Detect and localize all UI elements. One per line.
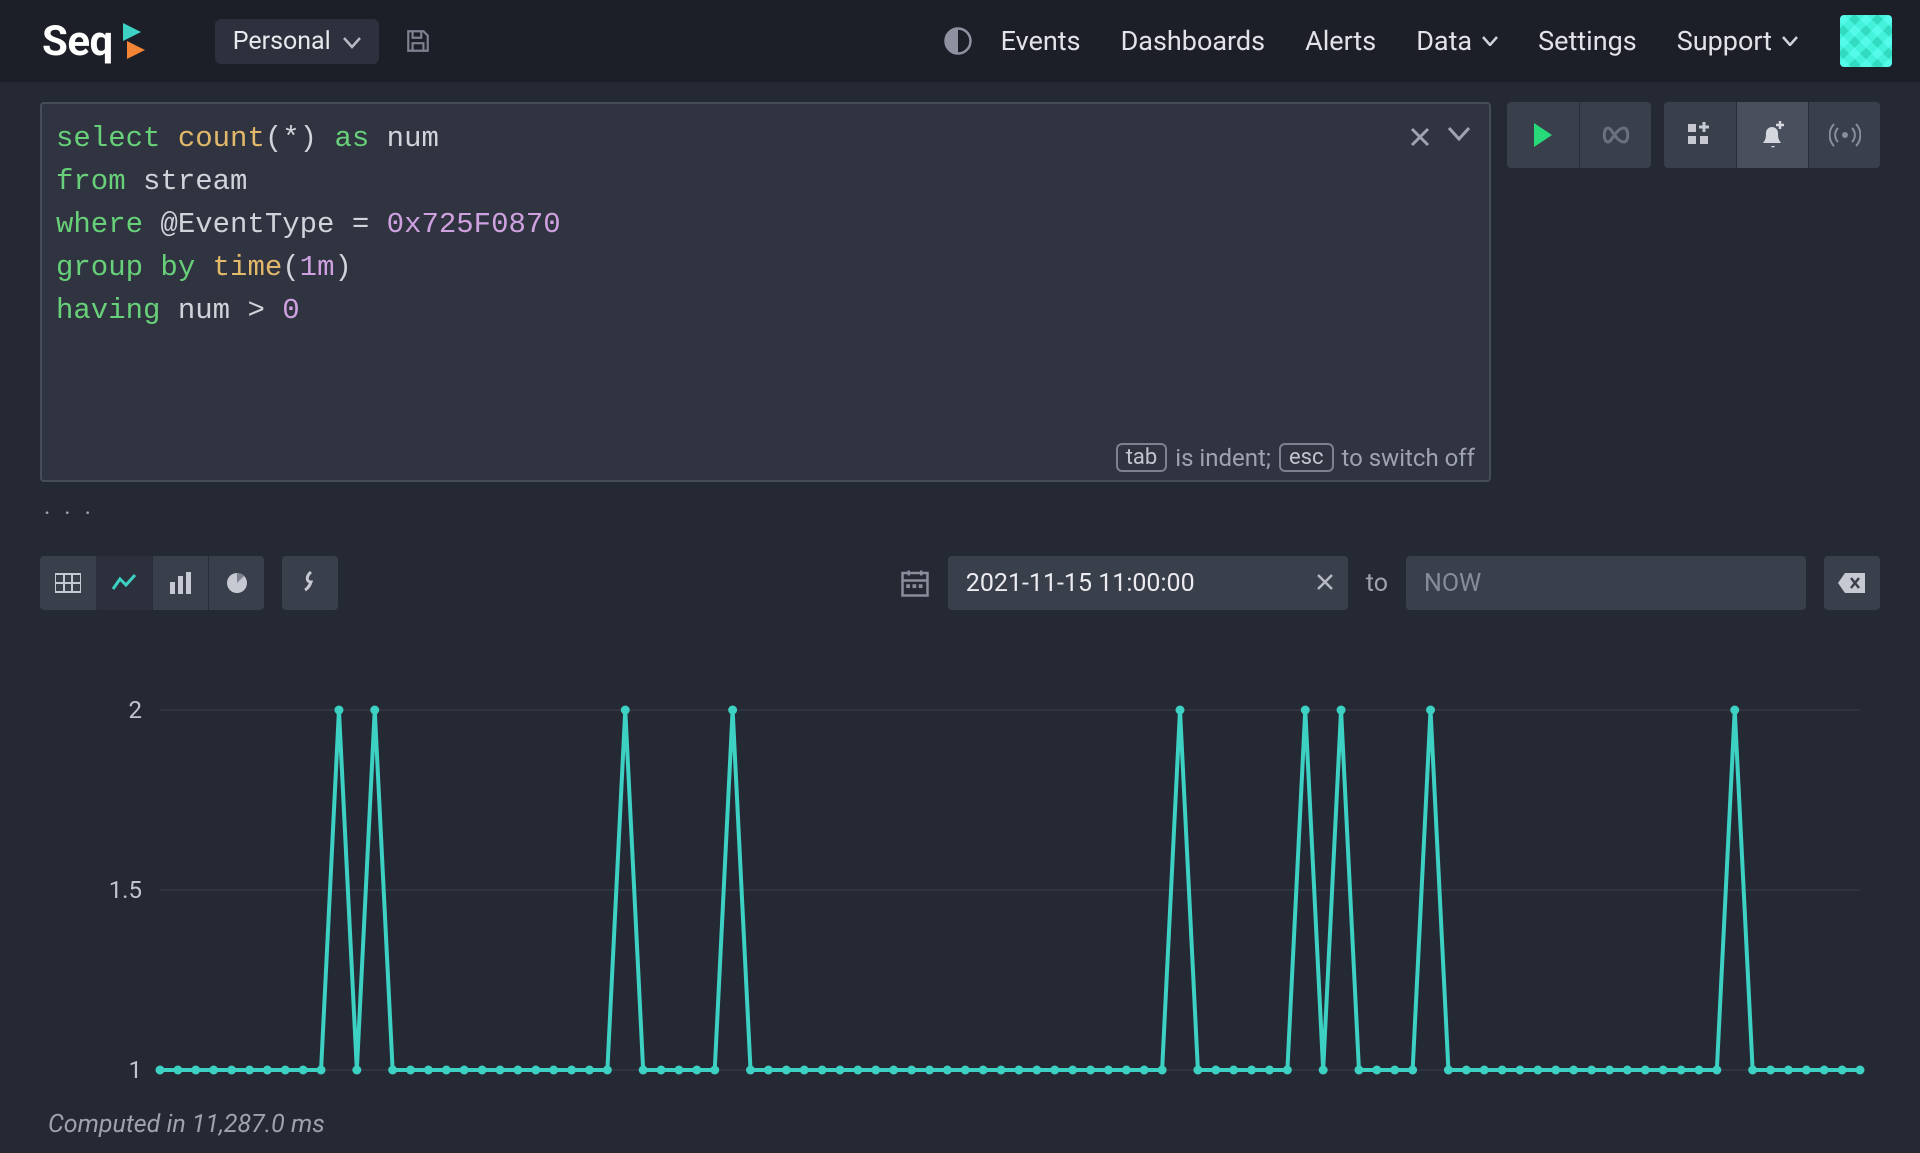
- query-action-bar: [1507, 102, 1880, 168]
- date-to-input[interactable]: NOW: [1406, 556, 1806, 610]
- nav-data[interactable]: Data: [1416, 25, 1498, 57]
- auto-refresh-button[interactable]: [1579, 102, 1651, 168]
- create-signal-button[interactable]: [1808, 102, 1880, 168]
- user-avatar[interactable]: [1840, 15, 1892, 67]
- signal-icon: [1829, 122, 1861, 148]
- editor-hint: tab is indent; esc to switch off: [1116, 443, 1475, 472]
- app-logo: Seq: [42, 17, 145, 66]
- workspace-label: Personal: [233, 27, 331, 56]
- svg-text:1: 1: [129, 1056, 143, 1084]
- clear-from-icon[interactable]: [1316, 569, 1334, 598]
- theme-toggle[interactable]: [943, 26, 973, 56]
- line-chart-icon: [111, 573, 139, 593]
- query-code[interactable]: select count(*) as num from stream where…: [56, 118, 1475, 443]
- infinity-icon: [1600, 125, 1632, 145]
- svg-text:2: 2: [129, 696, 143, 724]
- pie-chart-icon: [225, 571, 249, 595]
- calendar-icon: [900, 568, 930, 598]
- save-button[interactable]: [397, 20, 439, 62]
- result-chart[interactable]: 11.52: [40, 640, 1880, 1100]
- date-from-input[interactable]: 2021-11-15 11:00:00: [948, 556, 1348, 610]
- esc-keycap: esc: [1279, 443, 1334, 472]
- moon-icon: [943, 26, 973, 56]
- logo-mark-icon: [123, 23, 145, 59]
- date-from-value: 2021-11-15 11:00:00: [966, 569, 1195, 598]
- chart-type-group: [40, 556, 264, 610]
- nav-events[interactable]: Events: [1001, 25, 1081, 57]
- bar-chart-button[interactable]: [152, 556, 208, 610]
- bar-chart-icon: [168, 572, 194, 594]
- play-icon: [1531, 121, 1555, 149]
- calendar-button[interactable]: [900, 568, 930, 598]
- to-label: to: [1366, 569, 1388, 598]
- query-editor[interactable]: select count(*) as num from stream where…: [40, 102, 1491, 482]
- tab-keycap: tab: [1116, 443, 1168, 472]
- line-chart-button[interactable]: [96, 556, 152, 610]
- nav-settings[interactable]: Settings: [1538, 25, 1637, 57]
- workspace-dropdown[interactable]: Personal: [215, 19, 379, 64]
- line-chart: 11.52: [40, 640, 1880, 1100]
- chevron-down-icon: [1482, 36, 1498, 46]
- nav-alerts[interactable]: Alerts: [1305, 25, 1376, 57]
- quote-icon: [303, 570, 317, 596]
- logo-text: Seq: [42, 17, 113, 66]
- ellipsis-indicator: . . .: [44, 492, 1876, 520]
- table-view-button[interactable]: [40, 556, 96, 610]
- create-alert-button[interactable]: [1736, 102, 1808, 168]
- add-to-dashboard-button[interactable]: [1664, 102, 1736, 168]
- nav-dashboards[interactable]: Dashboards: [1121, 25, 1266, 57]
- bell-plus-icon: [1760, 121, 1786, 149]
- table-icon: [55, 572, 81, 594]
- backspace-icon: [1837, 572, 1867, 594]
- results-toolbar: 2021-11-15 11:00:00 to NOW: [40, 556, 1880, 610]
- clear-range-button[interactable]: [1824, 556, 1880, 610]
- pie-chart-button[interactable]: [208, 556, 264, 610]
- date-to-value: NOW: [1424, 569, 1481, 598]
- dashboard-plus-icon: [1686, 122, 1714, 148]
- chevron-down-icon: [1782, 36, 1798, 46]
- app-header: Seq Personal Events Dashboards Alerts Da…: [0, 0, 1920, 82]
- collapse-editor-icon[interactable]: [1447, 126, 1471, 152]
- status-text: Computed in 11,287.0 ms: [40, 1100, 1880, 1153]
- export-button[interactable]: [282, 556, 338, 610]
- save-icon: [405, 28, 431, 54]
- chevron-down-icon: [343, 27, 361, 56]
- svg-text:1.5: 1.5: [109, 876, 142, 904]
- nav-support[interactable]: Support: [1677, 25, 1798, 57]
- main-nav: Events Dashboards Alerts Data Settings S…: [1001, 25, 1798, 57]
- clear-query-icon[interactable]: [1409, 126, 1431, 152]
- run-query-button[interactable]: [1507, 102, 1579, 168]
